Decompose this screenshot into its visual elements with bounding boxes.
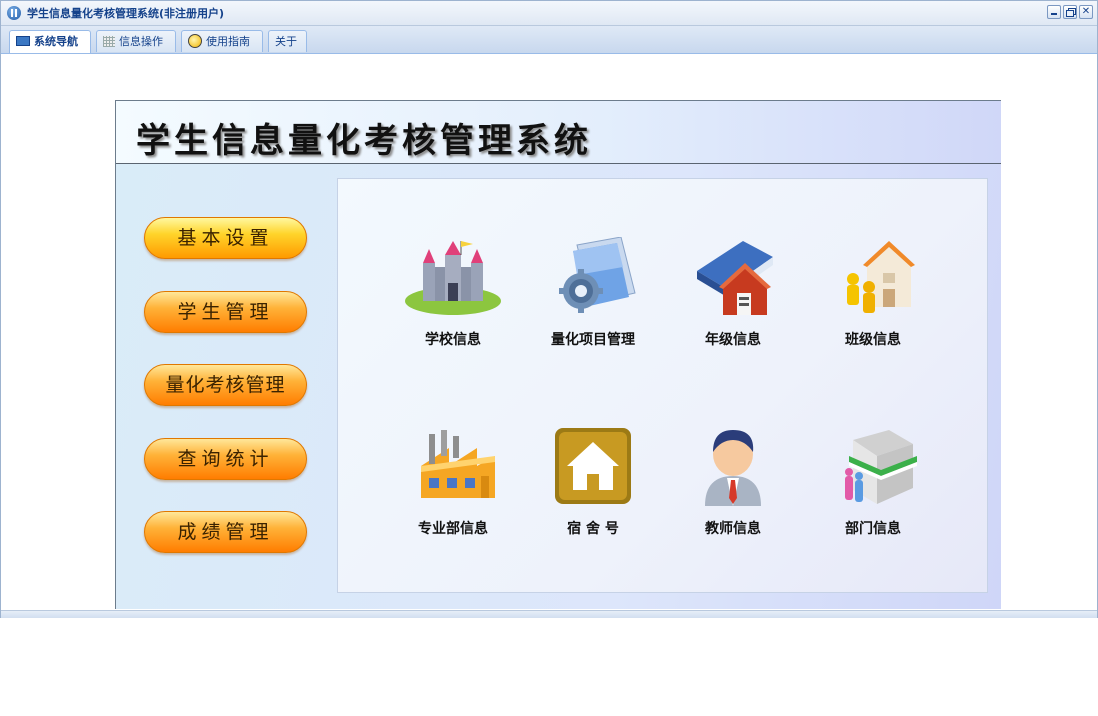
app-logo-icon <box>7 6 21 20</box>
tile-label: 学校信息 <box>425 332 481 348</box>
tile-label: 专业部信息 <box>418 521 488 537</box>
tile-label: 年级信息 <box>705 332 761 348</box>
tab-label: 关于 <box>275 35 297 48</box>
tile-label: 班级信息 <box>845 332 901 348</box>
system-header: 学生信息量化考核管理系统 <box>116 101 1001 164</box>
tab-bar: 系统导航 信息操作 使用指南 关于 <box>1 26 1097 54</box>
house-icon <box>555 428 631 504</box>
books-icon <box>697 241 773 315</box>
menu-grade-management-button[interactable]: 成绩管理 <box>144 511 307 553</box>
window-controls: ✕ <box>1047 5 1093 19</box>
grid-icon <box>103 35 115 47</box>
close-button[interactable]: ✕ <box>1079 5 1093 19</box>
tile-department-info[interactable]: 部门信息 <box>813 426 933 546</box>
tile-label: 教师信息 <box>705 521 761 537</box>
shop-icon <box>845 430 917 504</box>
system-home-panel: 学生信息量化考核管理系统 基本设置 学生管理 量化考核管理 查询统计 成绩管理 … <box>115 100 1001 609</box>
system-title: 学生信息量化考核管理系统 <box>136 121 592 161</box>
function-panel: 学校信息 量化项目管理 年级信息 班级信息 专业部信息 宿 舍 号 教师信息 部… <box>337 178 988 593</box>
window-title: 学生信息量化考核管理系统(非注册用户) <box>27 7 225 20</box>
tile-label: 量化项目管理 <box>551 332 635 348</box>
menu-student-management-button[interactable]: 学生管理 <box>144 291 307 333</box>
tile-school-info[interactable]: 学校信息 <box>393 237 513 357</box>
guide-icon <box>188 34 202 48</box>
tab-label: 使用指南 <box>206 35 250 48</box>
class-house-icon <box>847 241 915 313</box>
tile-label: 宿 舍 号 <box>567 521 619 537</box>
content-bottom-border <box>1 610 1097 618</box>
title-bar: 学生信息量化考核管理系统(非注册用户) ✕ <box>1 1 1097 26</box>
restore-button[interactable] <box>1063 5 1077 19</box>
menu-query-statistics-button[interactable]: 查询统计 <box>144 438 307 480</box>
monitor-icon <box>16 36 30 46</box>
folder-gear-icon <box>559 237 636 313</box>
menu-basic-settings-button[interactable]: 基本设置 <box>144 217 307 259</box>
tile-teacher-info[interactable]: 教师信息 <box>673 426 793 546</box>
tab-about[interactable]: 关于 <box>268 30 307 52</box>
tile-dorm-number[interactable]: 宿 舍 号 <box>533 426 653 546</box>
menu-quantified-assessment-button[interactable]: 量化考核管理 <box>144 364 307 406</box>
tab-user-guide[interactable]: 使用指南 <box>181 30 263 52</box>
tab-label: 信息操作 <box>119 35 163 48</box>
tab-label: 系统导航 <box>34 35 78 48</box>
tile-grade-info[interactable]: 年级信息 <box>673 237 793 357</box>
tile-quantified-project-management[interactable]: 量化项目管理 <box>533 237 653 357</box>
castle-icon <box>405 241 501 315</box>
tile-department-major-info[interactable]: 专业部信息 <box>393 426 513 546</box>
teacher-icon <box>705 430 761 506</box>
tab-info-ops[interactable]: 信息操作 <box>96 30 176 52</box>
minimize-button[interactable] <box>1047 5 1061 19</box>
tile-label: 部门信息 <box>845 521 901 537</box>
factory-icon <box>421 430 495 498</box>
tile-class-info[interactable]: 班级信息 <box>813 237 933 357</box>
tab-system-nav[interactable]: 系统导航 <box>9 30 91 53</box>
